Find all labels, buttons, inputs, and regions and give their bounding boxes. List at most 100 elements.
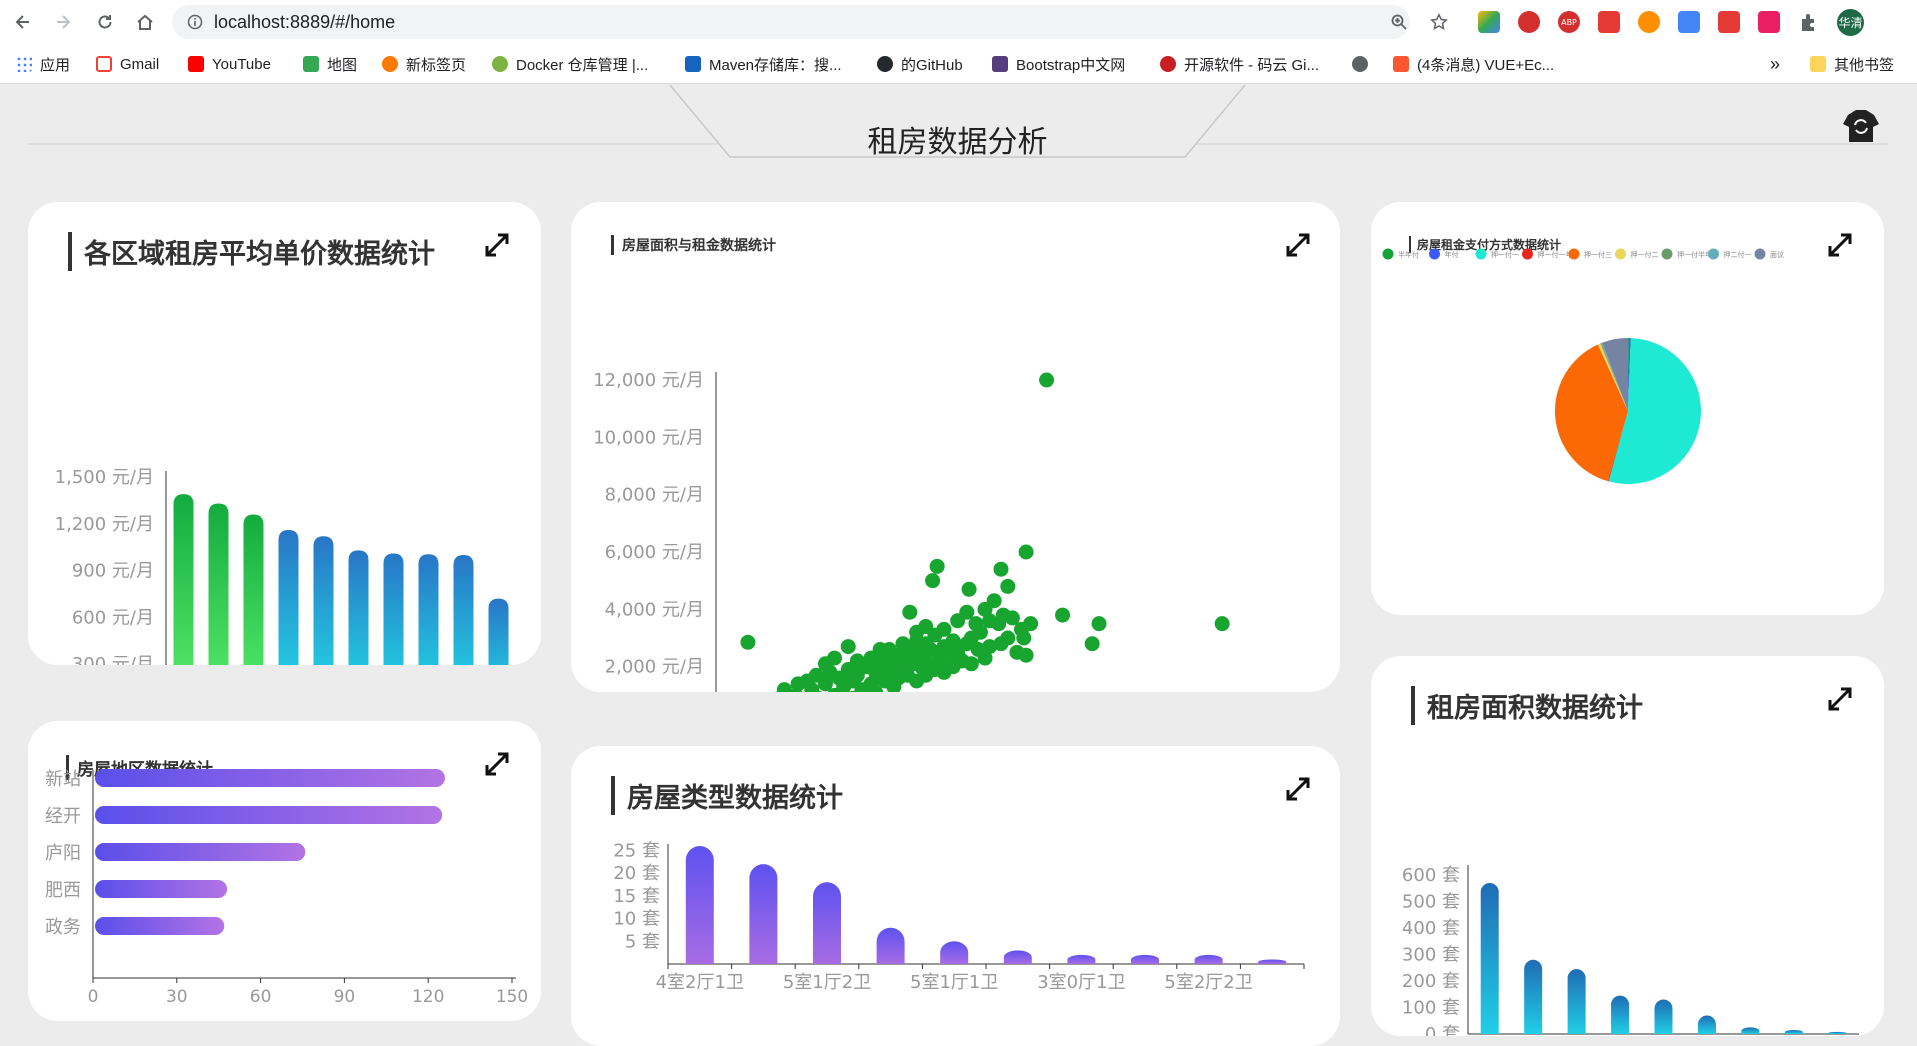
folder-icon [1810, 56, 1826, 72]
abp-icon[interactable]: ABP [1558, 11, 1580, 33]
y-tick-label: 新站 [45, 769, 81, 790]
scatter-point [993, 561, 1009, 577]
adblock-hand-icon[interactable] [1518, 11, 1540, 33]
bookmarks-bar: 应用 Gmail YouTube 地图 新标签页 Docker 仓库管理 |..… [0, 44, 1917, 84]
profile-avatar[interactable]: 华清 [1837, 9, 1864, 36]
scatter-point [1023, 616, 1039, 632]
theme-toggle-button[interactable] [1840, 105, 1882, 147]
bar [1131, 954, 1159, 964]
bookmark-label: Gmail [120, 55, 160, 73]
bar [418, 554, 439, 665]
infinity-icon[interactable] [1638, 11, 1660, 33]
bookmark-label: Docker 仓库管理 |... [516, 56, 649, 74]
y-tick-label: 300 套 [1402, 945, 1460, 966]
url-text[interactable]: localhost:8889/#/home [214, 12, 395, 33]
reload-icon[interactable] [90, 7, 120, 37]
bar [348, 550, 369, 665]
bar [95, 880, 228, 898]
github-icon [877, 56, 893, 72]
bookmark-bootstrap[interactable]: Bootstrap中文网 [992, 53, 1125, 75]
bar [749, 864, 778, 964]
puzzle-icon[interactable] [1798, 11, 1820, 33]
x-tick-label: 0 [88, 987, 99, 1007]
forward-icon[interactable] [48, 7, 78, 37]
legend-label: 面议 [1770, 251, 1784, 259]
legend-marker [1382, 248, 1394, 260]
extension-icon[interactable] [1478, 11, 1500, 33]
y-tick-label: 0 套 [1425, 1024, 1460, 1036]
card-house-type: 房屋类型数据统计 5 套 10 套 15 套 20 套 25 套 4室2厅1卫 5室1厅2卫… [571, 746, 1340, 1046]
y-tick-label: 政务 [45, 917, 81, 938]
scatter-point [1084, 636, 1100, 652]
home-icon[interactable] [130, 7, 160, 37]
bar [95, 769, 445, 787]
y-tick-label: 4,000 元/月 [605, 599, 704, 620]
bookmark-globe[interactable] [1352, 53, 1376, 75]
y-tick-label: 900 元/月 [72, 561, 154, 582]
legend-label: 押二付一 [1724, 250, 1752, 259]
payment-pie-chart: 半年付 年付 押一付一 押一付一年 押一付三 押一付二 押一付半年 押二付一 面议 [1382, 248, 1784, 484]
y-tick-label: 100 套 [1402, 998, 1460, 1019]
x-tick-label: 90 [334, 987, 356, 1007]
star-icon[interactable] [1428, 11, 1450, 33]
bookmark-github[interactable]: 的GitHub [877, 53, 963, 75]
legend-marker [1754, 248, 1766, 260]
zoom-icon[interactable] [1388, 11, 1410, 33]
y-tick-label: 8,000 元/月 [605, 485, 704, 506]
gmail-icon [96, 56, 112, 72]
y-tick-label: 15 套 [613, 886, 660, 907]
legend-marker [1708, 248, 1719, 260]
bookmark-gitee[interactable]: 开源软件 - 码云 Gi... [1160, 53, 1319, 75]
bar [1611, 995, 1630, 1034]
scatter-point [1091, 616, 1107, 632]
bar [1524, 959, 1543, 1034]
scatter-chart: 0 元/月2,000 元/月4,000 元/月6,000 元/月8,000 元/… [593, 370, 1230, 692]
legend-label: 押一付一 [1491, 250, 1519, 259]
x-tick-label: 30 [166, 987, 188, 1007]
y-tick-label: 20 套 [613, 863, 660, 884]
y-tick-label: 2,000 元/月 [605, 657, 704, 678]
screenshot-icon[interactable] [1758, 11, 1780, 33]
bookmark-csdn[interactable]: (4条消息) VUE+Ec... [1393, 53, 1554, 75]
bookmarks-overflow-button[interactable]: » [1770, 53, 1780, 75]
bar [95, 843, 306, 861]
bar [1258, 959, 1287, 964]
bookmark-label: 新标签页 [406, 56, 467, 74]
bar [813, 882, 841, 964]
bookmark-gmail[interactable]: Gmail [96, 53, 159, 75]
bar [1067, 954, 1096, 964]
new-tab-icon [382, 56, 398, 72]
bookmark-maps[interactable]: 地图 [303, 53, 357, 75]
other-bookmarks-folder[interactable]: 其他书签 [1810, 53, 1894, 75]
legend-marker [1615, 248, 1626, 260]
bookmark-maven[interactable]: Maven存储库：搜... [685, 53, 842, 75]
bar [1480, 882, 1499, 1034]
bookmark-new-tab[interactable]: 新标签页 [382, 53, 466, 75]
bar [95, 917, 225, 935]
address-bar[interactable]: localhost:8889/#/home [172, 5, 1448, 39]
y-tick-label: 庐阳 [45, 843, 81, 864]
y-tick-label: 5 套 [625, 931, 660, 952]
rss-icon[interactable] [1718, 11, 1740, 33]
x-tick-label: 5室1厅1卫 [910, 972, 998, 993]
bar [940, 941, 969, 964]
card-avg-price: 各区域租房平均单价数据统计 0 元/月300 元/月600 元/月900 元/月… [28, 202, 541, 665]
district-chart: 新站经开庐阳肥西政务 0 30 60 90 120 150 [45, 769, 528, 1007]
back-icon[interactable] [8, 7, 38, 37]
video-speed-icon[interactable] [1598, 11, 1620, 33]
y-tick-label: 600 套 [1402, 865, 1460, 886]
scatter-point [840, 639, 856, 655]
bar [1697, 1015, 1716, 1034]
youtube-icon [188, 56, 204, 72]
y-tick-label: 200 套 [1402, 971, 1460, 992]
apps-grid-icon [16, 56, 32, 72]
translate-icon[interactable] [1678, 11, 1700, 33]
scatter-point [963, 656, 979, 672]
y-tick-label: 12,000 元/月 [593, 370, 704, 391]
y-tick-label: 25 套 [613, 841, 660, 862]
y-tick-label: 10,000 元/月 [593, 427, 704, 448]
info-icon[interactable] [184, 11, 206, 33]
bookmark-docker[interactable]: Docker 仓库管理 |... [492, 53, 648, 75]
bookmark-youtube[interactable]: YouTube [188, 53, 271, 75]
bookmark-apps[interactable]: 应用 [16, 53, 70, 75]
